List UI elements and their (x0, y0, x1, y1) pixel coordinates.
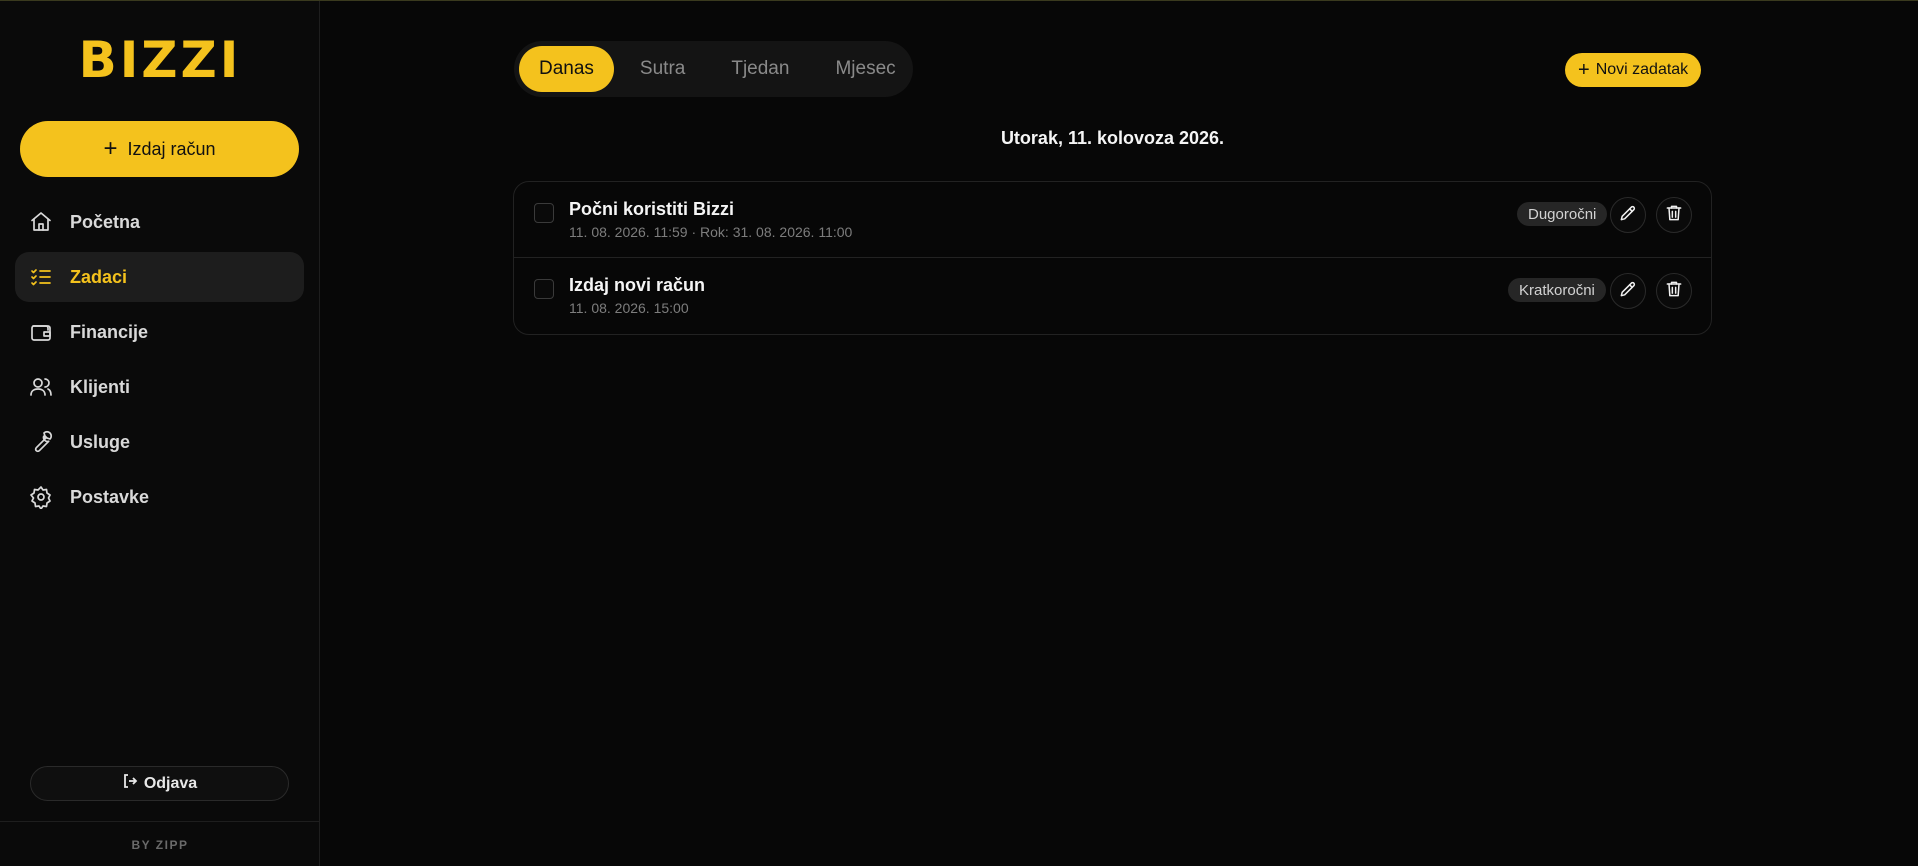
pencil-icon (1618, 279, 1638, 304)
logo: BIZZI (78, 31, 242, 89)
task-meta: 11. 08. 2026. 15:00 (569, 300, 689, 316)
sidebar: BIZZI + Izdaj račun Početna Zadaci Finan… (0, 1, 320, 866)
sidebar-footer: BY ZIPP (0, 821, 320, 866)
trash-icon (1664, 203, 1684, 228)
task-title: Izdaj novi račun (569, 275, 706, 295)
wrench-icon (28, 429, 54, 455)
sidebar-item-postavke[interactable]: Postavke (15, 472, 304, 522)
sidebar-item-label: Klijenti (70, 376, 131, 397)
wallet-icon (28, 319, 54, 345)
sidebar-item-label: Financije (70, 321, 149, 342)
plus-icon: + (103, 135, 118, 162)
pencil-icon (1618, 203, 1638, 228)
date-title: Utorak, 11. kolovoza 2026. (1000, 128, 1225, 148)
delete-button[interactable] (1656, 273, 1692, 309)
new-task-label: Novi zadatak (1595, 61, 1689, 78)
sidebar-item-label: Zadaci (70, 266, 128, 287)
home-icon (28, 209, 54, 235)
edit-button[interactable] (1610, 273, 1646, 309)
sidebar-item-label: Početna (70, 211, 141, 232)
issue-invoice-label: Izdaj račun (127, 138, 216, 159)
logout-icon (122, 773, 138, 794)
checklist-icon (28, 264, 54, 290)
delete-button[interactable] (1656, 197, 1692, 233)
sidebar-item-usluge[interactable]: Usluge (15, 417, 304, 467)
gear-icon (28, 484, 54, 510)
sidebar-item-klijenti[interactable]: Klijenti (15, 362, 304, 412)
issue-invoice-button[interactable]: + Izdaj račun (20, 121, 299, 177)
logout-label: Odjava (143, 774, 198, 792)
tab-mjesec[interactable]: Mjesec (815, 46, 915, 92)
sidebar-nav: Početna Zadaci Financije Klijenti Usluge… (15, 197, 304, 527)
sidebar-item-financije[interactable]: Financije (15, 307, 304, 357)
sidebar-item-pocetna[interactable]: Početna (15, 197, 304, 247)
sidebar-item-zadaci[interactable]: Zadaci (15, 252, 304, 302)
sidebar-item-label: Postavke (70, 486, 150, 507)
app: BIZZI + Izdaj račun Početna Zadaci Finan… (0, 0, 1918, 866)
sidebar-item-label: Usluge (70, 431, 131, 452)
edit-button[interactable] (1610, 197, 1646, 233)
users-icon (28, 374, 54, 400)
task-meta: 11. 08. 2026. 11:59 · Rok: 31. 08. 2026.… (569, 224, 853, 240)
tab-sutra[interactable]: Sutra (620, 46, 705, 92)
task-row: Počni koristiti Bizzi 11. 08. 2026. 11:5… (514, 182, 1711, 258)
task-checkbox[interactable] (534, 279, 554, 299)
task-badge: Kratkoročni (1508, 278, 1606, 302)
logout-button[interactable]: Odjava (30, 766, 289, 801)
task-row: Izdaj novi račun 11. 08. 2026. 15:00 Kra… (514, 258, 1711, 334)
task-list: Počni koristiti Bizzi 11. 08. 2026. 11:5… (513, 181, 1712, 335)
period-tabs: Danas Sutra Tjedan Mjesec (514, 41, 913, 97)
task-checkbox[interactable] (534, 203, 554, 223)
tab-danas[interactable]: Danas (519, 46, 614, 92)
new-task-button[interactable]: + Novi zadatak (1565, 53, 1702, 87)
tab-tjedan[interactable]: Tjedan (711, 46, 809, 92)
task-title: Počni koristiti Bizzi (569, 199, 735, 219)
plus-icon: + (1578, 59, 1590, 81)
trash-icon (1664, 279, 1684, 304)
task-badge: Dugoročni (1517, 202, 1608, 226)
